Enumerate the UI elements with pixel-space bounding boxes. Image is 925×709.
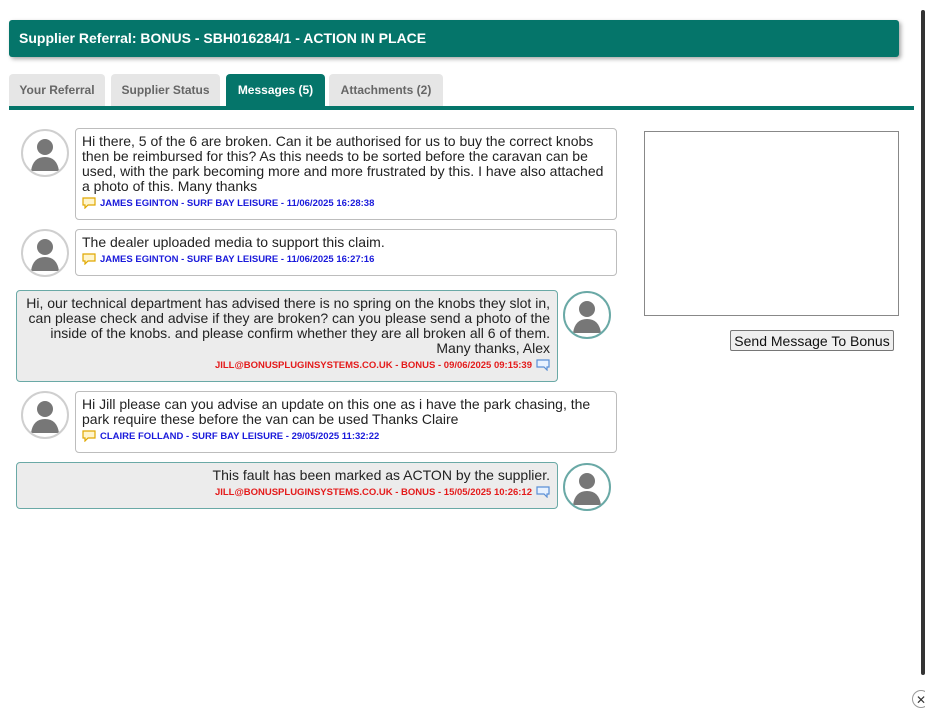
message-bubble: Hi Jill please can you advise an update … <box>75 391 617 453</box>
title-bar: Supplier Referral: BONUS - SBH016284/1 -… <box>9 20 899 57</box>
message-text: Hi Jill please can you advise an update … <box>82 396 591 427</box>
scrollbar-thumb[interactable] <box>921 10 925 675</box>
tab-your-referral[interactable]: Your Referral <box>9 74 105 106</box>
tab-supplier-status[interactable]: Supplier Status <box>111 74 220 106</box>
tab-attachments[interactable]: Attachments (2) <box>329 74 443 106</box>
chat-bubble-blue-icon <box>536 359 550 371</box>
message-meta: JILL@BONUSPLUGINSYSTEMS.CO.UK - BONUS - … <box>214 359 532 371</box>
message-text: Hi there, 5 of the 6 are broken. Can it … <box>82 133 604 194</box>
chat-bubble-orange-icon <box>82 430 96 442</box>
chat-bubble-orange-icon <box>82 197 96 209</box>
send-message-button[interactable]: Send Message To Bonus <box>730 330 894 351</box>
message-text: Hi, our technical department has advised… <box>26 295 550 356</box>
message-bubble: Hi there, 5 of the 6 are broken. Can it … <box>75 128 617 220</box>
message-bubble-supplier: Hi, our technical department has advised… <box>16 290 558 382</box>
user-avatar-icon <box>21 229 69 277</box>
message-bubble-supplier: This fault has been marked as ACTON by t… <box>16 462 558 509</box>
tab-messages[interactable]: Messages (5) <box>226 74 325 106</box>
message-meta: JILL@BONUSPLUGINSYSTEMS.CO.UK - BONUS - … <box>214 486 532 498</box>
message-meta: JAMES EGINTON - SURF BAY LEISURE - 11/06… <box>100 253 375 265</box>
chat-bubble-orange-icon <box>82 253 96 265</box>
user-avatar-icon <box>21 129 69 177</box>
tab-underline <box>9 106 914 110</box>
user-avatar-icon <box>21 391 69 439</box>
message-meta: CLAIRE FOLLAND - SURF BAY LEISURE - 29/0… <box>100 430 380 442</box>
user-avatar-icon <box>563 291 611 339</box>
message-bubble: The dealer uploaded media to support thi… <box>75 229 617 276</box>
message-text: This fault has been marked as ACTON by t… <box>212 467 550 483</box>
window-title: Supplier Referral: BONUS - SBH016284/1 -… <box>19 30 427 46</box>
message-input[interactable] <box>644 131 899 316</box>
chat-bubble-blue-icon <box>536 486 550 498</box>
message-text: The dealer uploaded media to support thi… <box>82 234 385 250</box>
message-meta: JAMES EGINTON - SURF BAY LEISURE - 11/06… <box>100 197 375 209</box>
close-icon[interactable]: ✕ <box>912 690 925 708</box>
user-avatar-icon <box>563 463 611 511</box>
